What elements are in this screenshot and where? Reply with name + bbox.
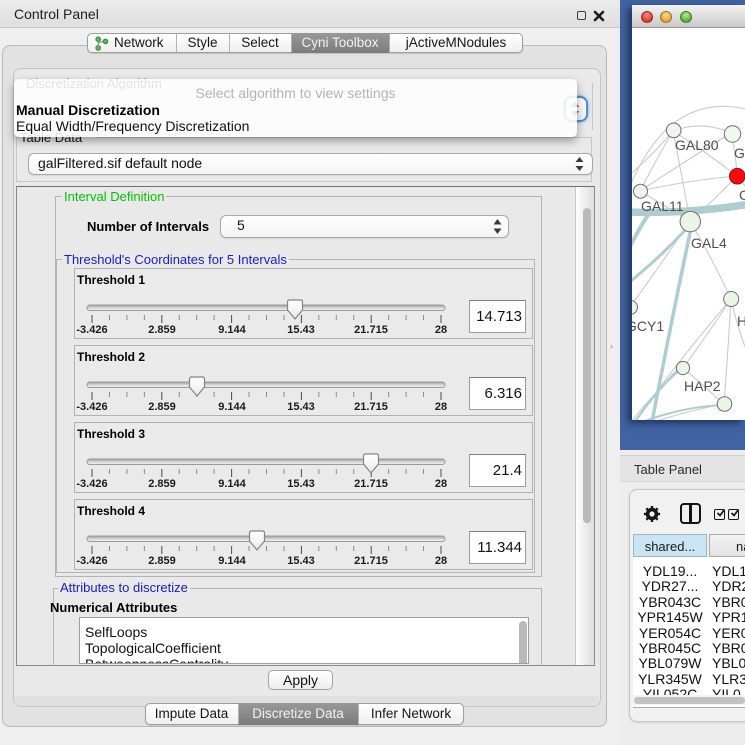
svg-text:C: C [739,187,745,203]
svg-text:H: H [737,313,745,329]
svg-text:GCY1: GCY1 [632,318,664,334]
svg-text:GAL4: GAL4 [691,235,727,251]
svg-text:GAL80: GAL80 [675,137,719,153]
svg-text:GAL11: GAL11 [641,198,684,214]
svg-text:HAP2: HAP2 [684,378,721,394]
svg-text:G.: G. [734,145,745,161]
